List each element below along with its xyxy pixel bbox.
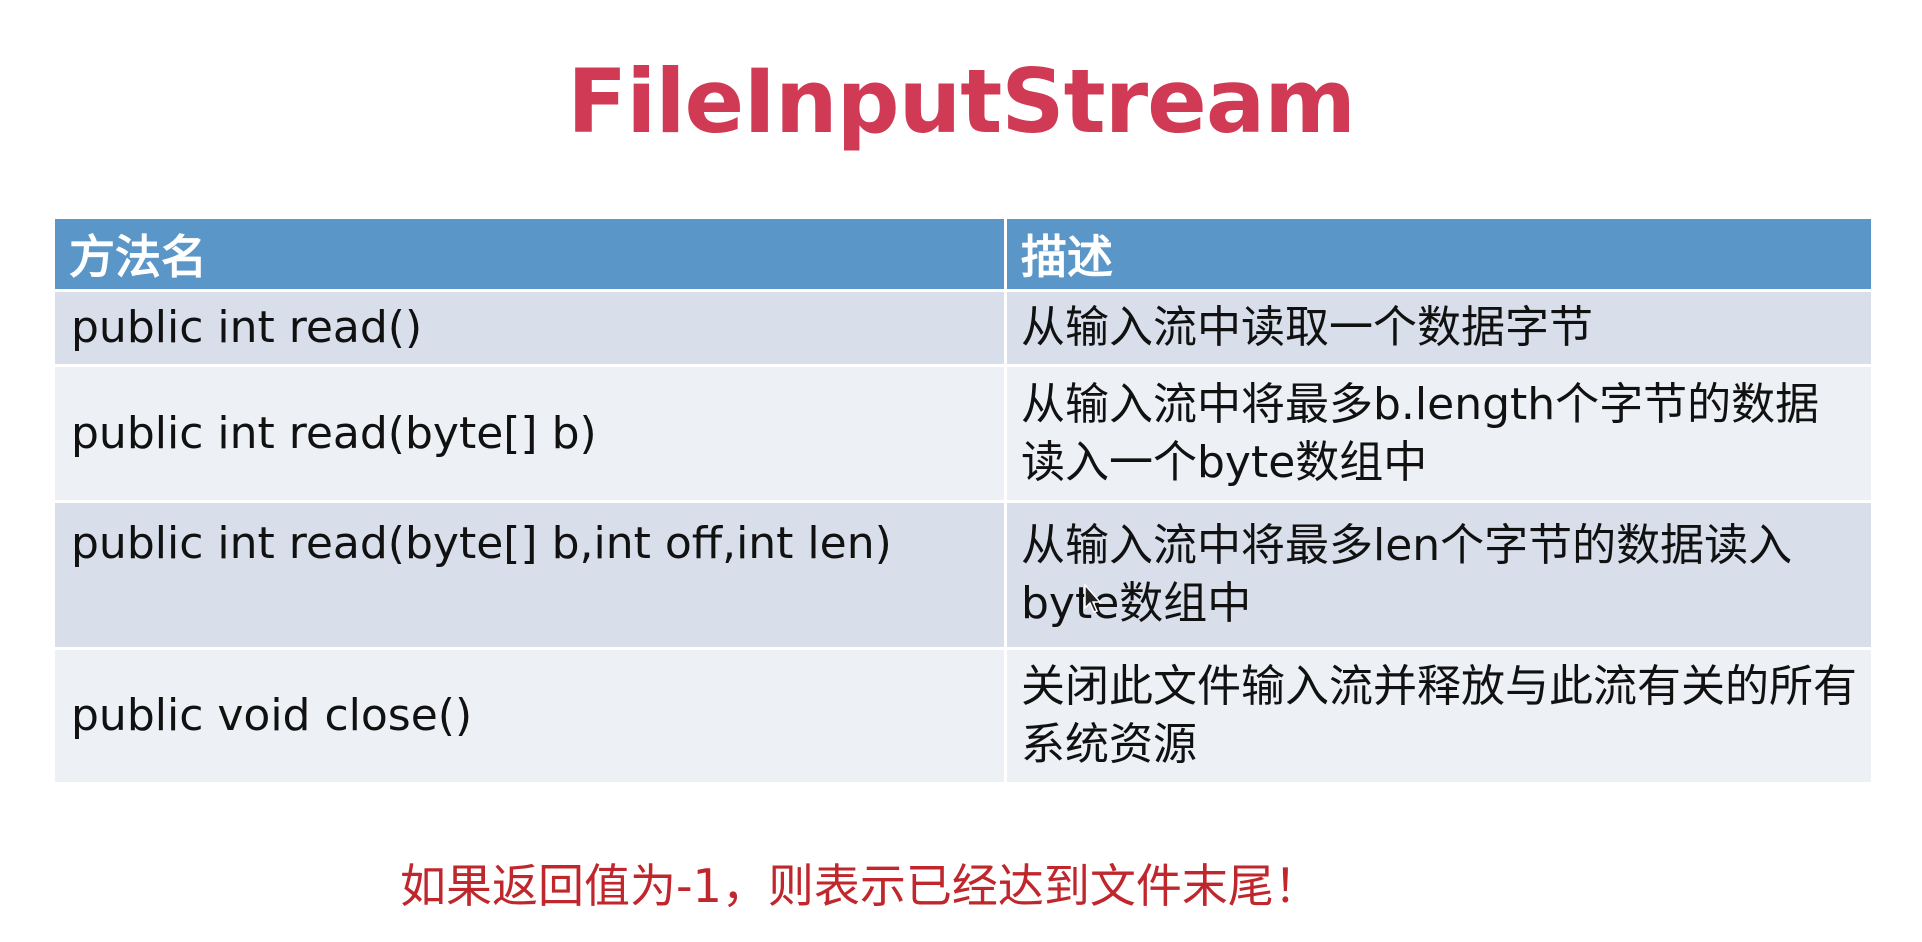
slide: FileInputStream 方法名 描述 public int read()… [0, 0, 1922, 942]
method-cell: public int read() [55, 289, 1007, 364]
table-row: public int read() 从输入流中读取一个数据字节 [55, 289, 1871, 364]
description-cell: 从输入流中将最多len个字节的数据读入byte数组中 [1007, 500, 1871, 647]
description-cell: 从输入流中将最多b.length个字节的数据读入一个byte数组中 [1007, 364, 1871, 500]
table-row: public int read(byte[] b) 从输入流中将最多b.leng… [55, 364, 1871, 500]
method-cell: public void close() [55, 647, 1007, 782]
method-cell: public int read(byte[] b) [55, 364, 1007, 500]
mouse-pointer-icon [1084, 584, 1102, 613]
header-method-name: 方法名 [55, 219, 1007, 289]
description-cell: 从输入流中读取一个数据字节 [1007, 289, 1871, 364]
table-row: public int read(byte[] b,int off,int len… [55, 500, 1871, 647]
header-description: 描述 [1007, 219, 1871, 289]
slide-title: FileInputStream [567, 50, 1356, 153]
methods-table: 方法名 描述 public int read() 从输入流中读取一个数据字节 p… [55, 219, 1871, 782]
end-of-file-note: 如果返回值为-1，则表示已经达到文件末尾！ [400, 859, 1320, 913]
table-row: public void close() 关闭此文件输入流并释放与此流有关的所有系… [55, 647, 1871, 782]
table-header-row: 方法名 描述 [55, 219, 1871, 289]
description-cell: 关闭此文件输入流并释放与此流有关的所有系统资源 [1007, 647, 1871, 782]
method-cell: public int read(byte[] b,int off,int len… [55, 500, 1007, 647]
